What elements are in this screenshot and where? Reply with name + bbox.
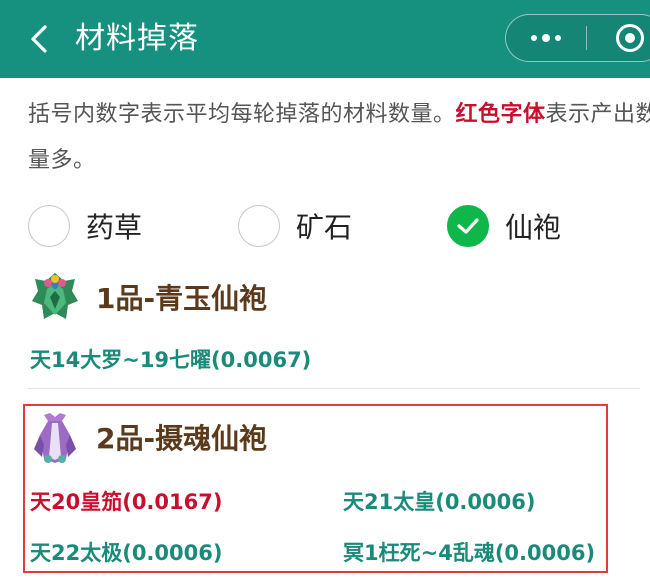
more-button[interactable] <box>506 15 586 60</box>
close-button[interactable] <box>616 24 644 52</box>
description-highlight: 红色字体 <box>455 102 546 127</box>
top-nav-bar: 材料掉落 <box>0 0 650 78</box>
drop-location: 天21太皇(0.0006) <box>343 490 536 514</box>
radio-circle-icon[interactable] <box>28 205 70 247</box>
mini-program-capsule <box>505 14 650 62</box>
filter-label: 矿石 <box>296 211 353 244</box>
filter-label: 药草 <box>86 211 143 244</box>
drop-location: 冥1枉死~4乱魂(0.0006) <box>343 541 596 565</box>
capsule-divider <box>586 26 587 50</box>
page-title: 材料掉落 <box>75 21 199 56</box>
description-prefix: 括号内数字表示平均每轮掉落的材料数量。 <box>28 102 456 127</box>
back-button[interactable] <box>22 18 56 60</box>
item-name: 1品-青玉仙袍 <box>96 282 268 315</box>
filter-ore[interactable]: 矿石 <box>238 202 352 250</box>
item-header: 2品-摄魂仙袍 <box>30 408 267 466</box>
soul-robe-icon <box>34 413 76 463</box>
section-divider <box>28 388 640 389</box>
description-text: 括号内数字表示平均每轮掉落的材料数量。红色字体表示产出数量多。 <box>28 92 650 184</box>
checkmark-icon[interactable] <box>447 205 489 247</box>
drop-location-hot: 天20皇笳(0.0167) <box>30 490 223 514</box>
target-circle-icon <box>625 33 635 43</box>
filter-label: 仙袍 <box>505 211 562 244</box>
filter-herb[interactable]: 药草 <box>28 202 142 250</box>
more-dots-icon <box>531 34 537 41</box>
item-name: 2品-摄魂仙袍 <box>96 422 268 455</box>
item-header: 1品-青玉仙袍 <box>30 268 267 326</box>
material-filter-group: 药草 矿石 仙袍 <box>0 202 650 252</box>
drop-location: 天22太极(0.0006) <box>30 541 223 565</box>
radio-circle-icon[interactable] <box>238 205 280 247</box>
filter-robe[interactable]: 仙袍 <box>447 202 561 250</box>
jade-robe-icon <box>32 273 78 319</box>
chevron-left-icon <box>31 25 47 53</box>
drop-location: 天14大罗~19七曜(0.0067) <box>30 348 312 372</box>
